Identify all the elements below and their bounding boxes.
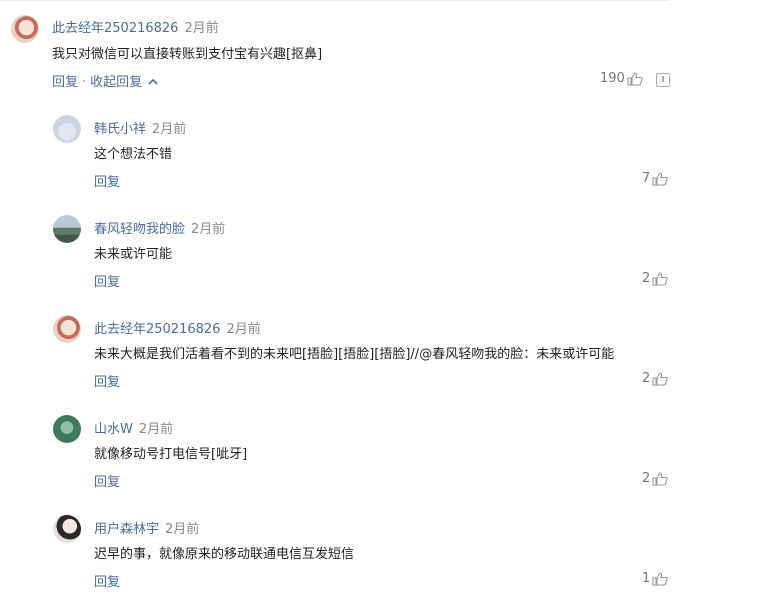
chevron-up-icon — [148, 78, 158, 85]
username[interactable]: 用户森林宇 2月前 — [94, 518, 199, 537]
avatar[interactable] — [11, 15, 39, 43]
thumbs-up-icon — [652, 371, 668, 386]
username[interactable]: 春风轻吻我的脸 2月前 — [94, 218, 225, 237]
reply-button[interactable]: 回复 — [94, 271, 120, 290]
comment-text: 这个想法不错 — [94, 147, 173, 162]
thumbs-up-icon — [652, 171, 668, 186]
comment-text: 我只对微信可以直接转账到支付宝有兴趣[抠鼻] — [52, 47, 323, 62]
comment-actions: 回复 · 收起回复 — [52, 71, 158, 90]
thumbs-up-icon — [652, 271, 668, 286]
comment-text: 就像移动号打电信号[呲牙] — [94, 447, 248, 462]
username[interactable]: 此去经年250216826 2月前 — [94, 318, 261, 337]
username[interactable]: 山水W 2月前 — [94, 418, 173, 437]
avatar[interactable] — [53, 215, 81, 243]
timestamp: 2月前 — [184, 21, 219, 36]
like-count: 7 — [642, 171, 651, 186]
thumbs-up-icon — [627, 71, 643, 86]
comment-text: 迟早的事，就像原来的移动联通电信互发短信 — [94, 547, 355, 562]
username[interactable]: 韩氏小祥 2月前 — [94, 118, 186, 137]
timestamp: 2月前 — [165, 522, 200, 537]
separator: · — [82, 75, 87, 90]
report-icon[interactable] — [656, 73, 670, 87]
like-count: 190 — [600, 71, 625, 86]
thumbs-up-icon — [652, 471, 668, 486]
comment-text: 未来大概是我们活着看不到的未来吧[捂脸][捂脸][捂脸]//@春风轻吻我的脸：未… — [94, 347, 615, 362]
like-button[interactable]: 2 — [642, 471, 668, 486]
timestamp: 2月前 — [226, 322, 261, 337]
timestamp: 2月前 — [152, 122, 187, 137]
reply-button[interactable]: 回复 — [94, 571, 120, 590]
reply-button[interactable]: 回复 — [94, 171, 120, 190]
timestamp: 2月前 — [138, 422, 174, 437]
like-button[interactable]: 2 — [642, 271, 668, 286]
avatar[interactable] — [53, 315, 81, 343]
reply-button[interactable]: 回复 — [94, 471, 120, 490]
like-button[interactable]: 7 — [642, 171, 668, 186]
like-button[interactable]: 190 — [600, 71, 643, 86]
like-count: 2 — [642, 271, 651, 286]
like-count: 2 — [642, 371, 651, 386]
avatar[interactable] — [53, 515, 81, 543]
username[interactable]: 此去经年250216826 2月前 — [52, 17, 219, 36]
reply-button[interactable]: 回复 — [52, 75, 78, 90]
thumbs-up-icon — [652, 571, 668, 586]
comment-text: 未来或许可能 — [94, 247, 173, 262]
like-count: 2 — [642, 471, 651, 486]
like-button[interactable]: 2 — [642, 371, 668, 386]
reply-button[interactable]: 回复 — [94, 371, 120, 390]
avatar[interactable] — [53, 115, 81, 143]
collapse-replies-button[interactable]: 收起回复 — [90, 75, 158, 90]
like-button[interactable]: 1 — [642, 571, 668, 586]
avatar[interactable] — [53, 415, 81, 443]
timestamp: 2月前 — [191, 222, 226, 237]
like-count: 1 — [642, 571, 651, 586]
top-divider — [0, 0, 670, 1]
